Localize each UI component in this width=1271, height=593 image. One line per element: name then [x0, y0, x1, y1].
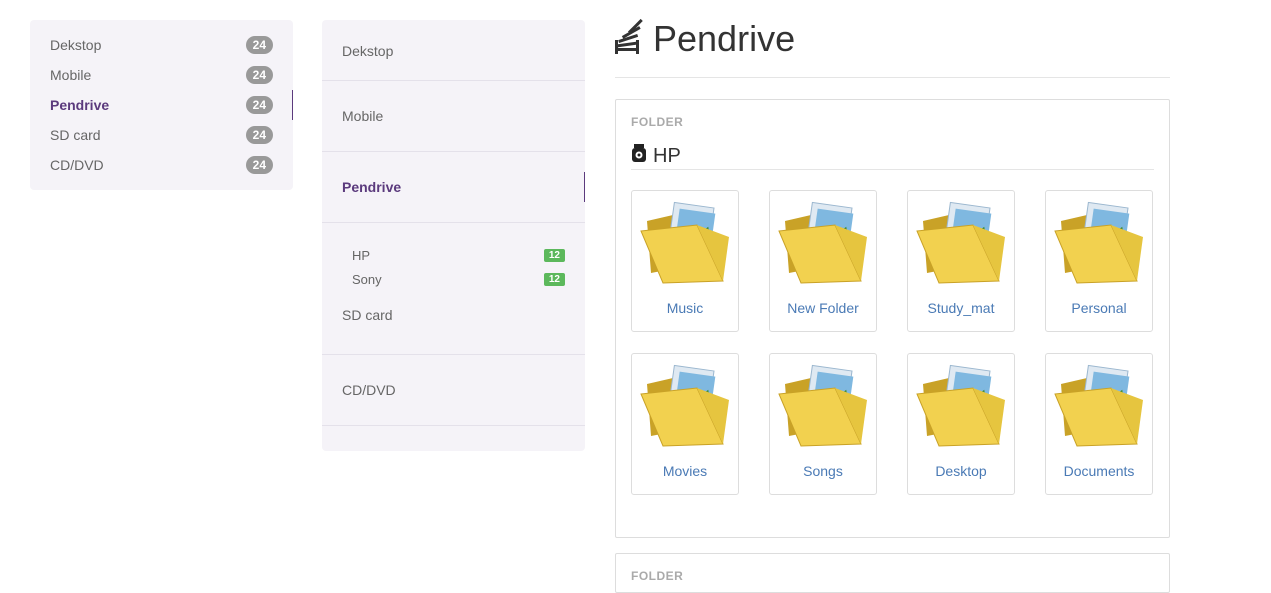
nav2-item-label: Mobile — [342, 108, 384, 124]
folder-grid: Music New Folder Study_mat Personal Movi… — [631, 190, 1154, 495]
section-label: FOLDER — [631, 115, 684, 129]
nav-item-label: Mobile — [50, 67, 92, 83]
nav-item-pendrive[interactable]: Pendrive 24 — [30, 90, 293, 120]
nav2-item-label: CD/DVD — [342, 382, 396, 398]
folder-tile[interactable]: Desktop — [907, 353, 1015, 495]
main-content: Pendrive FOLDER HP Music New Folder Stud… — [615, 0, 1170, 593]
nav-item-label: CD/DVD — [50, 157, 104, 173]
folder-card-next: FOLDER — [615, 553, 1170, 593]
folder-tile[interactable]: Songs — [769, 353, 877, 495]
folder-icon — [1051, 191, 1147, 290]
count-badge: 24 — [245, 96, 273, 114]
folder-tile[interactable]: Music — [631, 190, 739, 332]
device-name: HP — [653, 144, 681, 167]
nav2-item-desktop[interactable]: Dekstop — [322, 20, 585, 81]
nav2-item-cd-dvd[interactable]: CD/DVD — [322, 355, 585, 426]
stack-icon — [615, 18, 645, 59]
count-badge: 24 — [245, 126, 273, 144]
nav2-item-mobile[interactable]: Mobile — [322, 81, 585, 152]
page-title: Pendrive — [653, 17, 796, 59]
folder-tile[interactable]: Personal — [1045, 190, 1153, 332]
primary-nav: Dekstop 24 Mobile 24 Pendrive 24 SD card… — [30, 20, 293, 190]
nav-item-cd-dvd[interactable]: CD/DVD 24 — [30, 150, 293, 180]
subnav-item-hp[interactable]: HP 12 — [352, 243, 565, 267]
page-header: Pendrive — [615, 0, 1170, 78]
folder-icon — [775, 191, 871, 290]
count-badge: 24 — [245, 156, 273, 174]
folder-tile[interactable]: New Folder — [769, 190, 877, 332]
folder-name[interactable]: Personal — [1071, 300, 1126, 316]
nav-item-label: SD card — [50, 127, 101, 143]
nav2-item-sd-card[interactable]: SD card — [322, 291, 585, 355]
nav2-item-pendrive[interactable]: Pendrive — [322, 152, 585, 223]
count-badge: 12 — [543, 248, 565, 262]
folder-icon — [913, 191, 1009, 290]
nav2-item-label: SD card — [342, 306, 393, 323]
secondary-nav: Dekstop Mobile Pendrive HP 12 Sony 12 SD… — [322, 20, 585, 451]
folder-icon — [637, 191, 733, 290]
usb-drive-icon — [631, 144, 647, 168]
folder-icon — [1051, 354, 1147, 453]
folder-tile[interactable]: Study_mat — [907, 190, 1015, 332]
subnav-item-sony[interactable]: Sony 12 — [352, 267, 565, 291]
folder-name[interactable]: Study_mat — [928, 300, 995, 316]
folder-icon — [913, 354, 1009, 453]
folder-name[interactable]: Desktop — [935, 463, 986, 479]
folder-name[interactable]: Movies — [663, 463, 707, 479]
folder-name[interactable]: Music — [667, 300, 704, 316]
section-label: FOLDER — [631, 569, 684, 583]
nav-item-mobile[interactable]: Mobile 24 — [30, 60, 293, 90]
nav2-item-label: Dekstop — [342, 43, 394, 59]
folder-tile[interactable]: Movies — [631, 353, 739, 495]
folder-name[interactable]: Documents — [1064, 463, 1135, 479]
device-heading: HP — [631, 143, 1154, 170]
count-badge: 12 — [543, 272, 565, 286]
pendrive-subnav: HP 12 Sony 12 — [322, 223, 585, 291]
nav2-item-label: Pendrive — [342, 179, 402, 195]
folder-card: FOLDER HP Music New Folder Study_mat Per… — [615, 99, 1170, 538]
folder-name[interactable]: New Folder — [787, 300, 859, 316]
subnav-item-label: Sony — [352, 271, 382, 287]
nav-item-label: Dekstop — [50, 37, 102, 53]
folder-icon — [637, 354, 733, 453]
count-badge: 24 — [245, 66, 273, 84]
subnav-item-label: HP — [352, 247, 371, 263]
folder-tile[interactable]: Documents — [1045, 353, 1153, 495]
folder-name[interactable]: Songs — [803, 463, 843, 479]
nav-item-sd-card[interactable]: SD card 24 — [30, 120, 293, 150]
nav-item-desktop[interactable]: Dekstop 24 — [30, 30, 293, 60]
nav-item-label: Pendrive — [50, 97, 110, 113]
folder-icon — [775, 354, 871, 453]
count-badge: 24 — [245, 36, 273, 54]
